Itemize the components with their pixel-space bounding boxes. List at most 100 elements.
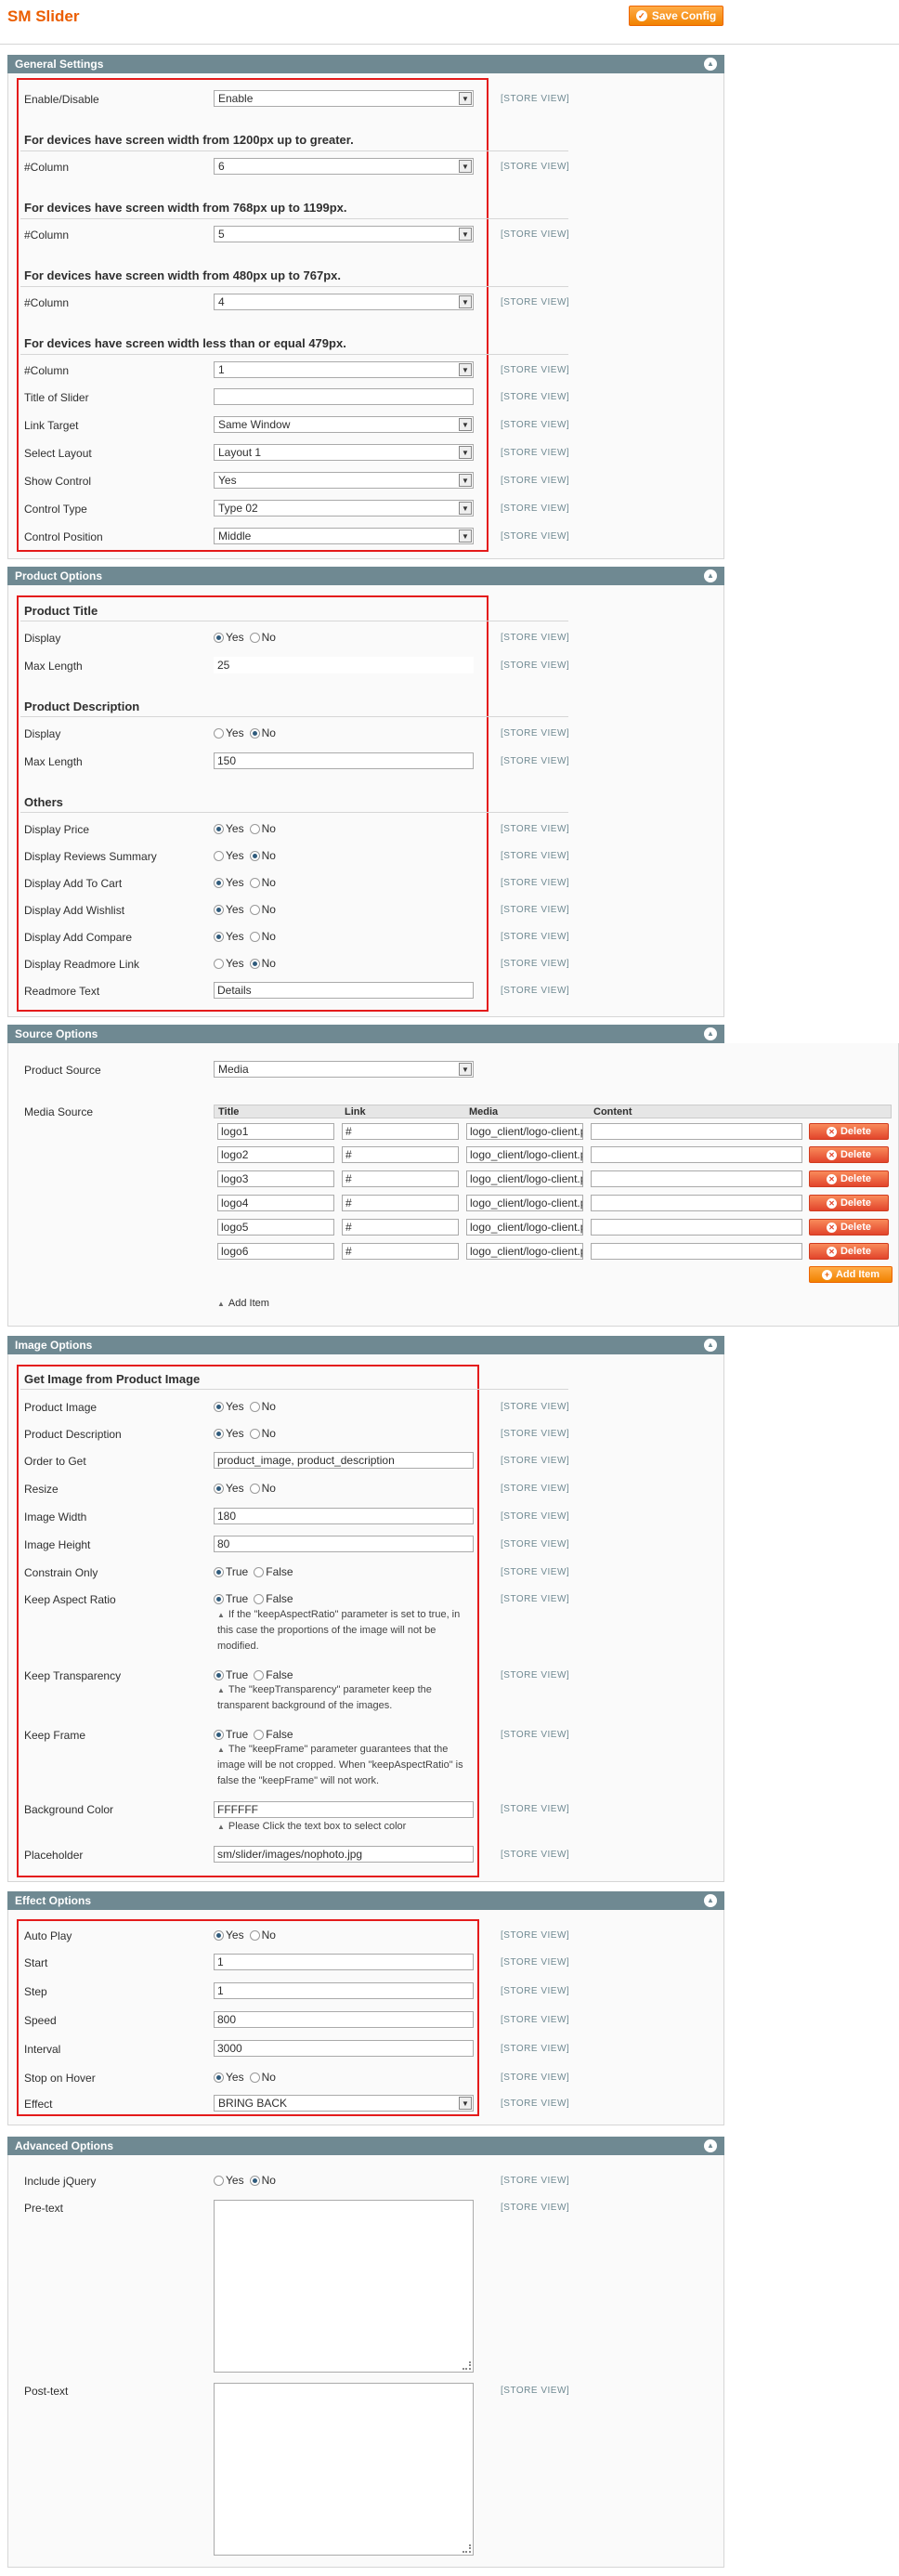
delete-button[interactable]: ✕ Delete <box>809 1219 889 1236</box>
radio-circle[interactable] <box>214 877 224 888</box>
radio-circle[interactable] <box>214 958 224 969</box>
column-select-479[interactable]: 1 ▼ <box>214 361 474 378</box>
radio-circle[interactable] <box>249 877 260 888</box>
row-content-input[interactable] <box>591 1170 802 1187</box>
radio-circle[interactable] <box>214 823 224 834</box>
row-title-input[interactable]: logo5 <box>217 1219 334 1236</box>
pre-text-textarea[interactable] <box>214 2200 474 2373</box>
radio-circle[interactable] <box>254 1593 265 1604</box>
radio-yes[interactable]: Yes <box>214 2174 244 2187</box>
radio-circle[interactable] <box>214 1428 224 1439</box>
radio-yes[interactable]: Yes <box>214 726 244 739</box>
layout-select[interactable]: Layout 1 ▼ <box>214 444 474 461</box>
radio-circle[interactable] <box>214 1566 224 1577</box>
speed-input[interactable]: 800 <box>214 2011 474 2028</box>
radio-yes[interactable]: Yes <box>214 2071 244 2084</box>
add-item-link[interactable]: ▲ Add Item <box>217 1298 269 1309</box>
add-item-button[interactable]: + Add Item <box>809 1266 892 1283</box>
radio-yes[interactable]: Yes <box>214 849 244 862</box>
delete-button[interactable]: ✕ Delete <box>809 1195 889 1211</box>
source-options-header[interactable]: Source Options ▲ <box>7 1025 724 1043</box>
effect-options-header[interactable]: Effect Options ▲ <box>7 1891 724 1910</box>
radio-circle[interactable] <box>249 632 260 643</box>
resize-handle[interactable] <box>463 2544 471 2553</box>
radio-yes[interactable]: Yes <box>214 631 244 644</box>
radio-circle[interactable] <box>254 1669 265 1680</box>
radio-circle[interactable] <box>249 1428 260 1439</box>
delete-button[interactable]: ✕ Delete <box>809 1123 889 1140</box>
radio-circle[interactable] <box>214 850 224 861</box>
radio-no[interactable]: No <box>249 903 276 916</box>
product-source-select[interactable]: Media ▼ <box>214 1061 474 1078</box>
title-max-length-input[interactable]: 25 <box>214 657 474 673</box>
radio-circle[interactable] <box>249 958 260 969</box>
save-config-button[interactable]: ✓ Save Config <box>629 6 723 26</box>
radio-true[interactable]: True <box>214 1728 248 1741</box>
delete-button[interactable]: ✕ Delete <box>809 1146 889 1163</box>
column-select-768[interactable]: 5 ▼ <box>214 226 474 242</box>
radio-circle[interactable] <box>249 1401 260 1412</box>
radio-yes[interactable]: Yes <box>214 822 244 835</box>
column-select-480[interactable]: 4 ▼ <box>214 294 474 310</box>
radio-circle[interactable] <box>249 2072 260 2083</box>
column-select-1200[interactable]: 6 ▼ <box>214 158 474 175</box>
radio-circle[interactable] <box>249 1929 260 1941</box>
radio-yes[interactable]: Yes <box>214 876 244 889</box>
readmore-text-input[interactable]: Details <box>214 982 474 999</box>
title-slider-input[interactable] <box>214 388 474 405</box>
show-control-select[interactable]: Yes ▼ <box>214 472 474 489</box>
image-width-input[interactable]: 180 <box>214 1508 474 1524</box>
radio-circle[interactable] <box>249 931 260 942</box>
radio-circle[interactable] <box>214 727 224 739</box>
radio-no[interactable]: No <box>249 822 276 835</box>
radio-circle[interactable] <box>249 727 260 739</box>
collapse-icon[interactable]: ▲ <box>704 1894 717 1907</box>
general-settings-header[interactable]: General Settings ▲ <box>7 55 724 73</box>
radio-yes[interactable]: Yes <box>214 1482 244 1495</box>
radio-circle[interactable] <box>214 931 224 942</box>
background-color-input[interactable]: FFFFFF <box>214 1801 474 1818</box>
row-title-input[interactable]: logo6 <box>217 1243 334 1260</box>
row-content-input[interactable] <box>591 1243 802 1260</box>
radio-circle[interactable] <box>214 1483 224 1494</box>
radio-circle[interactable] <box>249 2175 260 2186</box>
row-content-input[interactable] <box>591 1146 802 1163</box>
radio-true[interactable]: True <box>214 1565 248 1578</box>
radio-circle[interactable] <box>214 2072 224 2083</box>
radio-yes[interactable]: Yes <box>214 1427 244 1440</box>
radio-false[interactable]: False <box>254 1565 293 1578</box>
row-title-input[interactable]: logo4 <box>217 1195 334 1211</box>
radio-no[interactable]: No <box>249 849 276 862</box>
radio-no[interactable]: No <box>249 1400 276 1413</box>
radio-yes[interactable]: Yes <box>214 1929 244 1942</box>
radio-circle[interactable] <box>214 632 224 643</box>
collapse-icon[interactable]: ▲ <box>704 569 717 582</box>
radio-no[interactable]: No <box>249 726 276 739</box>
row-media-input[interactable]: logo_client/logo-client.p <box>466 1170 583 1187</box>
radio-false[interactable]: False <box>254 1668 293 1681</box>
product-options-header[interactable]: Product Options ▲ <box>7 567 724 585</box>
control-position-select[interactable]: Middle ▼ <box>214 528 474 544</box>
radio-false[interactable]: False <box>254 1592 293 1605</box>
radio-no[interactable]: No <box>249 930 276 943</box>
radio-no[interactable]: No <box>249 2174 276 2187</box>
radio-circle[interactable] <box>214 1929 224 1941</box>
start-input[interactable]: 1 <box>214 1954 474 1970</box>
row-link-input[interactable]: # <box>342 1243 459 1260</box>
radio-no[interactable]: No <box>249 957 276 970</box>
radio-circle[interactable] <box>249 1483 260 1494</box>
row-content-input[interactable] <box>591 1219 802 1236</box>
collapse-icon[interactable]: ▲ <box>704 1339 717 1352</box>
radio-no[interactable]: No <box>249 1427 276 1440</box>
collapse-icon[interactable]: ▲ <box>704 2139 717 2152</box>
radio-yes[interactable]: Yes <box>214 903 244 916</box>
row-media-input[interactable]: logo_client/logo-client.p <box>466 1146 583 1163</box>
radio-false[interactable]: False <box>254 1728 293 1741</box>
radio-circle[interactable] <box>214 1669 224 1680</box>
step-input[interactable]: 1 <box>214 1982 474 1999</box>
row-link-input[interactable]: # <box>342 1195 459 1211</box>
row-link-input[interactable]: # <box>342 1219 459 1236</box>
interval-input[interactable]: 3000 <box>214 2040 474 2057</box>
row-link-input[interactable]: # <box>342 1123 459 1140</box>
image-options-header[interactable]: Image Options ▲ <box>7 1336 724 1354</box>
